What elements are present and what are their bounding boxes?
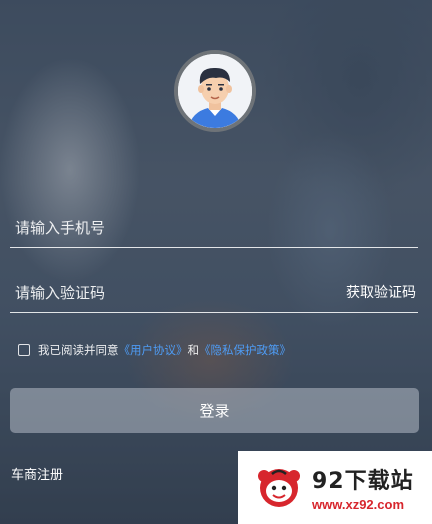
privacy-policy-link[interactable]: 《隐私保护政策》 bbox=[199, 342, 291, 358]
phone-field bbox=[10, 207, 418, 248]
agreement-conjunction: 和 bbox=[187, 343, 200, 357]
get-code-button[interactable]: 获取验证码 bbox=[346, 282, 416, 302]
login-button[interactable]: 登录 bbox=[10, 388, 419, 433]
agreement-checkbox[interactable] bbox=[18, 344, 30, 356]
code-field: 获取验证码 bbox=[10, 272, 418, 313]
agreement-row: 我已阅读并同意 《用户协议》 和 《隐私保护政策》 bbox=[18, 342, 291, 358]
verification-code-input[interactable] bbox=[13, 278, 337, 308]
user-agreement-link[interactable]: 《用户协议》 bbox=[119, 342, 188, 358]
dealer-register-link[interactable]: 车商注册 bbox=[11, 464, 63, 483]
avatar[interactable] bbox=[174, 50, 256, 132]
watermark-logo-icon bbox=[254, 462, 304, 514]
watermark: 92下载站 www.xz92.com bbox=[238, 451, 432, 524]
watermark-url: www.xz92.com bbox=[312, 497, 404, 512]
phone-input[interactable] bbox=[13, 213, 337, 243]
watermark-title: 92下载站 bbox=[312, 469, 414, 494]
agreement-prefix: 我已阅读并同意 bbox=[38, 343, 119, 357]
